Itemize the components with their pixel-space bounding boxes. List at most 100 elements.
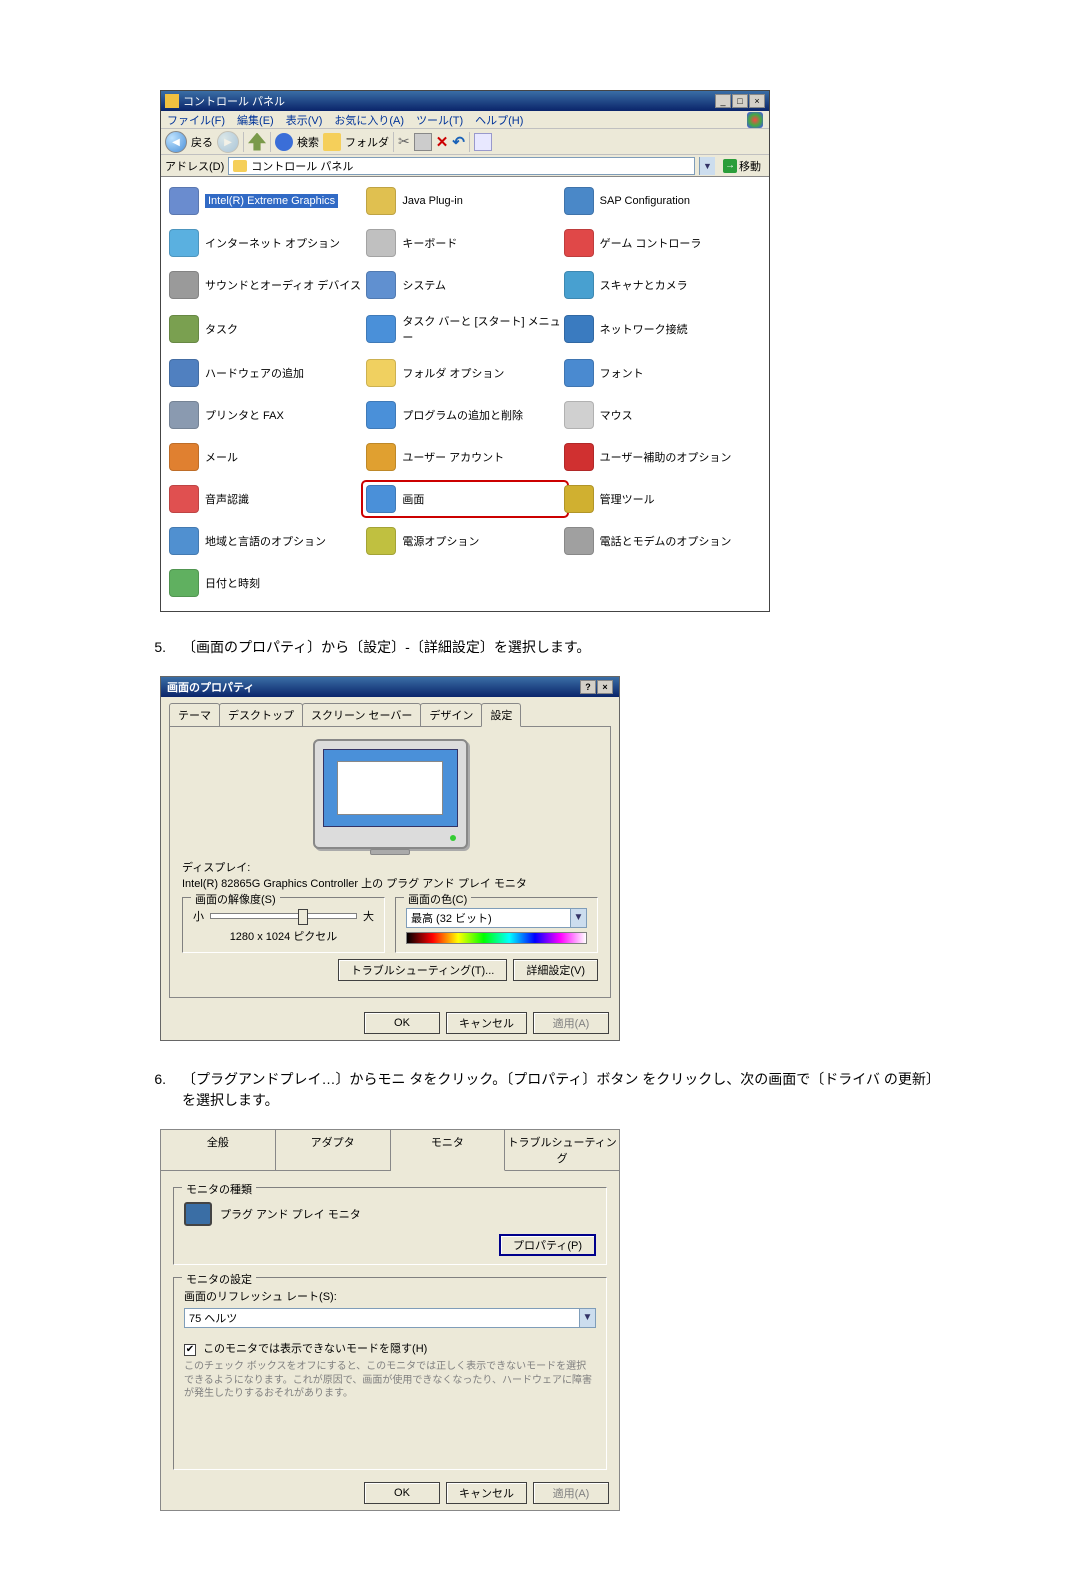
cpl-item[interactable]: SAP Configuration <box>564 187 761 215</box>
cpl-item[interactable]: プリンタと FAX <box>169 401 366 429</box>
mtab-0[interactable]: 全般 <box>161 1130 276 1170</box>
cpl-item[interactable]: 電話とモデムのオプション <box>564 527 761 555</box>
refresh-combo[interactable]: 75 ヘルツ ▼ <box>184 1308 596 1328</box>
cpl-label: 電話とモデムのオプション <box>600 533 732 549</box>
cpl-item[interactable]: タスク バーと [スタート] メニュー <box>366 313 563 345</box>
delete-icon[interactable]: ✕ <box>436 133 449 151</box>
hide-check[interactable]: ✔ <box>184 1344 196 1356</box>
hide-note: このチェック ボックスをオフにすると、このモニタでは正しく表示できないモードを選… <box>184 1360 596 1401</box>
cpl-item[interactable]: プログラムの追加と削除 <box>366 401 563 429</box>
cut-icon[interactable]: ✂ <box>398 133 410 150</box>
cpl-item[interactable]: キーボード <box>366 229 563 257</box>
res-value: 1280 x 1024 ピクセル <box>193 928 374 944</box>
ok-button[interactable]: OK <box>364 1482 440 1504</box>
res-slider[interactable] <box>210 911 357 921</box>
color-title: 画面の色(C) <box>404 891 471 907</box>
cpl-label: フォルダ オプション <box>402 365 504 381</box>
menu-tools[interactable]: ツール(T) <box>416 112 463 128</box>
cpl-item[interactable]: マウス <box>564 401 761 429</box>
cpl-label: プリンタと FAX <box>205 407 284 423</box>
cpl-icon <box>564 443 594 471</box>
cpl-label: タスク バーと [スタート] メニュー <box>402 313 563 345</box>
addr-dropdown-icon[interactable]: ▼ <box>699 157 715 175</box>
cpl-item[interactable]: 電源オプション <box>366 527 563 555</box>
apply-button[interactable]: 適用(A) <box>533 1482 609 1504</box>
cpl-item[interactable]: ユーザー アカウント <box>366 443 563 471</box>
monitor-settings-group: モニタの設定 画面のリフレッシュ レート(S): 75 ヘルツ ▼ ✔ このモニ… <box>173 1277 607 1470</box>
mon-tabs: 全般アダプタモニタトラブルシューティング <box>161 1130 619 1171</box>
cpl-item[interactable]: フォント <box>564 359 761 387</box>
resolution-group: 画面の解像度(S) 小 大 1280 x 1024 ピクセル <box>182 897 385 953</box>
cpl-icon <box>169 527 199 555</box>
go-button[interactable]: 移動 <box>719 157 765 175</box>
cpl-item[interactable]: Intel(R) Extreme Graphics <box>169 187 366 215</box>
menu-help[interactable]: ヘルプ(H) <box>475 112 523 128</box>
search-icon[interactable] <box>275 133 293 151</box>
tab-1[interactable]: デスクトップ <box>219 703 303 726</box>
properties-button[interactable]: プロパティ(P) <box>499 1234 596 1256</box>
cpl-item[interactable]: ネットワーク接続 <box>564 313 761 345</box>
color-combo[interactable]: 最高 (32 ビット) ▼ <box>406 908 587 928</box>
menu-fav[interactable]: お気に入り(A) <box>334 112 404 128</box>
cpl-item[interactable]: 日付と時刻 <box>169 569 366 597</box>
copy-icon[interactable] <box>414 133 432 151</box>
ok-button[interactable]: OK <box>364 1012 440 1034</box>
refresh-value: 75 ヘルツ <box>189 1310 237 1326</box>
cpl-item[interactable]: インターネット オプション <box>169 229 366 257</box>
mtab-1[interactable]: アダプタ <box>276 1130 391 1170</box>
minimize-button[interactable]: _ <box>715 94 731 108</box>
tab-4[interactable]: 設定 <box>481 703 521 727</box>
tab-3[interactable]: デザイン <box>420 703 482 726</box>
tab-2[interactable]: スクリーン セーバー <box>302 703 421 726</box>
tab-0[interactable]: テーマ <box>169 703 220 726</box>
undo-icon[interactable]: ↶ <box>452 133 465 151</box>
cpl-item[interactable]: フォルダ オプション <box>366 359 563 387</box>
addr-input[interactable]: コントロール パネル <box>228 157 695 175</box>
close-button[interactable]: × <box>597 680 613 694</box>
step5-num: 5. <box>130 637 166 658</box>
views-icon[interactable] <box>474 133 492 151</box>
cpl-item[interactable]: 管理ツール <box>564 485 761 513</box>
cpl-item[interactable]: ユーザー補助のオプション <box>564 443 761 471</box>
cancel-button[interactable]: キャンセル <box>446 1482 527 1504</box>
cpl-item[interactable]: 画面 <box>364 483 565 515</box>
cpl-item[interactable]: 地域と言語のオプション <box>169 527 366 555</box>
forward-button[interactable]: ▶ <box>217 131 239 153</box>
cpl-item[interactable]: スキャナとカメラ <box>564 271 761 299</box>
mon-dlg-buttons: OK キャンセル 適用(A) <box>161 1476 619 1510</box>
res-small: 小 <box>193 908 204 924</box>
menu-file[interactable]: ファイル(F) <box>167 112 225 128</box>
toolbar: ◀ 戻る ▶ 検索 フォルダ ✂ ✕ ↶ <box>161 129 769 155</box>
close-button[interactable]: × <box>749 94 765 108</box>
apply-button[interactable]: 適用(A) <box>533 1012 609 1034</box>
cpl-icon <box>564 229 594 257</box>
cpl-item[interactable]: ゲーム コントローラ <box>564 229 761 257</box>
folders-icon[interactable] <box>323 133 341 151</box>
mtab-3[interactable]: トラブルシューティング <box>505 1130 619 1170</box>
back-button[interactable]: ◀ <box>165 131 187 153</box>
menu-view[interactable]: 表示(V) <box>286 112 323 128</box>
advanced-button[interactable]: 詳細設定(V) <box>513 959 598 981</box>
cancel-button[interactable]: キャンセル <box>446 1012 527 1034</box>
cpl-item[interactable]: ハードウェアの追加 <box>169 359 366 387</box>
cpl-label: SAP Configuration <box>600 195 690 207</box>
mtab-2[interactable]: モニタ <box>391 1130 506 1171</box>
cpl-icon <box>366 485 396 513</box>
menu-edit[interactable]: 編集(E) <box>237 112 274 128</box>
cpl-item[interactable]: メール <box>169 443 366 471</box>
trouble-button[interactable]: トラブルシューティング(T)... <box>338 959 508 981</box>
cpl-item[interactable]: サウンドとオーディオ デバイス <box>169 271 366 299</box>
up-icon[interactable] <box>248 133 266 151</box>
maximize-button[interactable]: □ <box>732 94 748 108</box>
cpl-label: 電源オプション <box>402 533 479 549</box>
cpl-icon <box>169 229 199 257</box>
monitor-preview <box>313 739 468 849</box>
cpl-item[interactable]: 音声認識 <box>169 485 366 513</box>
cpl-item[interactable]: タスク <box>169 313 366 345</box>
cpl-item[interactable]: Java Plug-in <box>366 187 563 215</box>
help-button[interactable]: ? <box>580 680 596 694</box>
cpl-icon <box>366 527 396 555</box>
cp-title: コントロール パネル <box>183 93 285 109</box>
cpl-label: システム <box>402 277 446 293</box>
cpl-item[interactable]: システム <box>366 271 563 299</box>
